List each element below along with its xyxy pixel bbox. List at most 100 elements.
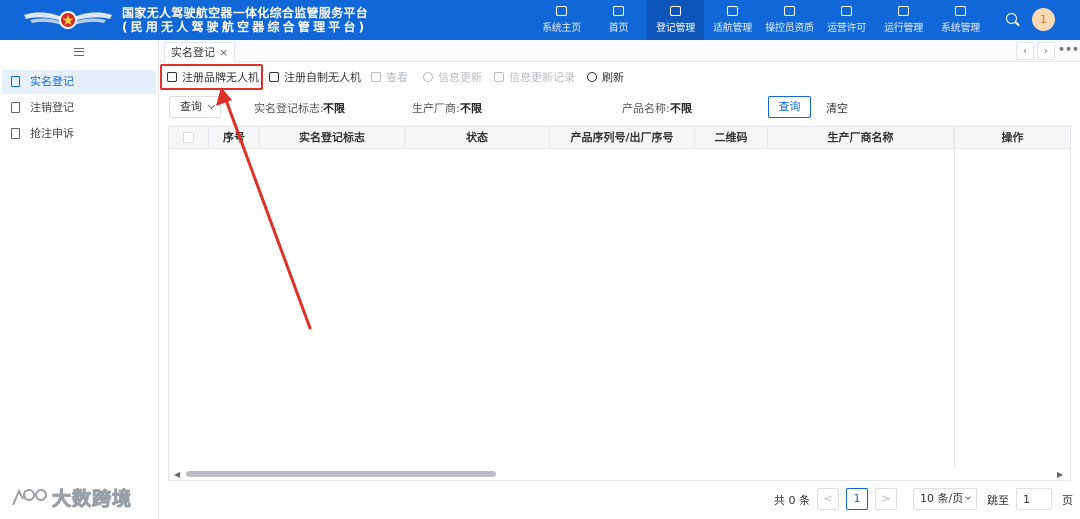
query-button[interactable]: 查询 — [768, 96, 811, 118]
pagination: 共 0 条 < 1 > 10 条/页 跳至 页 — [760, 487, 1080, 513]
dropdown-value: 查询 — [180, 100, 202, 113]
info-update-record-button[interactable]: 信息更新记录 — [494, 69, 575, 86]
button-label: 信息更新记录 — [509, 71, 575, 84]
jump-page-input[interactable] — [1016, 488, 1052, 510]
prev-page-button[interactable]: < — [817, 488, 839, 510]
page-size-value: 10 条/页 — [920, 492, 964, 505]
system-home-icon — [556, 6, 567, 16]
fixed-column-divider — [954, 149, 955, 467]
nav-label: 系统管理 — [941, 23, 980, 34]
clipboard-icon — [898, 6, 909, 16]
nav-system-home[interactable]: 系统主页 — [533, 0, 590, 40]
info-update-button[interactable]: 信息更新 — [423, 69, 482, 86]
avatar[interactable]: 1 — [1032, 8, 1055, 31]
filter-bar: 查询 实名登记标志: 不限 生产厂商: 不限 产品名称: 不限 查询 清空 — [160, 96, 1080, 120]
chevron-right-icon[interactable]: › — [1037, 42, 1055, 60]
system-title: 国家无人驾驶航空器一体化综合监管服务平台 (民用无人驾驶航空器综合管理平台) — [122, 6, 368, 34]
column-header[interactable]: 序号 — [209, 127, 260, 149]
sidebar-item-label: 注销登记 — [30, 101, 74, 114]
nav-operation-management[interactable]: 运行管理 — [875, 0, 932, 40]
register-selfmade-drone-button[interactable]: 注册自制无人机 — [269, 69, 361, 86]
register-doc-icon — [11, 76, 20, 87]
column-header[interactable]: 实名登记标志 — [260, 127, 405, 149]
more-icon[interactable]: ••• — [1058, 42, 1079, 60]
view-button[interactable]: 查看 — [371, 69, 408, 86]
nav-operation-license[interactable]: 运营许可 — [818, 0, 875, 40]
nav-label: 首页 — [608, 23, 629, 34]
sidebar-item-label: 实名登记 — [30, 75, 74, 88]
page-size-select[interactable]: 10 条/页 — [913, 488, 977, 510]
shield-icon — [784, 6, 795, 16]
nav-label: 操控员资质 — [765, 23, 814, 34]
sync-icon — [423, 72, 433, 82]
column-header[interactable]: 二维码 — [695, 127, 768, 149]
query-mode-dropdown[interactable]: 查询 — [169, 96, 221, 118]
scrollbar-thumb[interactable] — [186, 471, 496, 477]
sidebar: 实名登记 注销登记 抢注申诉 — [0, 40, 159, 519]
tab-real-name-registration[interactable]: 实名登记 × — [164, 42, 236, 62]
filter-value-registration-flag[interactable]: 不限 — [323, 100, 345, 116]
nav-label: 登记管理 — [656, 23, 695, 34]
nav-home[interactable]: 首页 — [590, 0, 647, 40]
button-label: 刷新 — [602, 71, 624, 84]
horizontal-scrollbar[interactable]: ◀ ▶ — [169, 468, 1070, 480]
select-all-checkbox[interactable] — [183, 132, 194, 143]
caac-logo-icon — [24, 11, 112, 29]
button-label: 信息更新 — [438, 71, 482, 84]
drone-icon — [727, 6, 738, 16]
scroll-right-icon[interactable]: ▶ — [1057, 470, 1063, 479]
record-icon — [494, 72, 504, 82]
page-unit-label: 页 — [1062, 494, 1073, 507]
total-count: 共 0 条 — [774, 494, 810, 507]
jump-label: 跳至 — [987, 494, 1009, 507]
license-icon — [841, 6, 852, 16]
sidebar-item-appeal[interactable]: 抢注申诉 — [2, 122, 156, 146]
sidebar-item-label: 抢注申诉 — [30, 127, 74, 140]
nav-label: 系统主页 — [542, 23, 581, 34]
nav-system-management[interactable]: 系统管理 — [932, 0, 989, 40]
nav-label: 运行管理 — [884, 23, 923, 34]
view-icon — [371, 72, 381, 82]
monitor-icon — [613, 6, 624, 16]
next-page-button[interactable]: > — [875, 488, 897, 510]
nav-operator-qualification[interactable]: 操控员资质 — [761, 0, 818, 40]
settings-icon — [955, 6, 966, 16]
refresh-button[interactable]: 刷新 — [587, 69, 624, 86]
top-nav: 系统主页 首页 登记管理 适航管理 操控员资质 运营许可 运行管理 系统管理 — [533, 0, 989, 40]
menu-toggle-icon[interactable] — [74, 48, 84, 56]
scroll-left-icon[interactable]: ◀ — [174, 470, 180, 479]
tab-label: 实名登记 — [171, 46, 215, 59]
filter-label-registration-flag: 实名登记标志: — [254, 102, 324, 115]
register-icon — [670, 6, 681, 16]
column-header[interactable]: 状态 — [405, 127, 550, 149]
button-label: 查看 — [386, 71, 408, 84]
column-header[interactable]: 产品序列号/出厂序号 — [550, 127, 695, 149]
sidebar-item-real-name-registration[interactable]: 实名登记 — [2, 70, 156, 94]
column-header[interactable]: 操作 — [954, 127, 1070, 149]
watermark-text: 大数跨境 — [51, 488, 133, 511]
system-title-line1: 国家无人驾驶航空器一体化综合监管服务平台 — [122, 6, 369, 20]
nav-registration-management[interactable]: 登记管理 — [647, 0, 704, 40]
cancel-doc-icon — [11, 102, 20, 113]
annotation-highlight-box — [160, 64, 263, 90]
top-header: 国家无人驾驶航空器一体化综合监管服务平台 (民用无人驾驶航空器综合管理平台) 系… — [0, 0, 1080, 40]
current-page-button[interactable]: 1 — [846, 488, 868, 510]
filter-label-product-name: 产品名称: — [622, 102, 670, 115]
plus-square-icon — [269, 72, 279, 82]
chevron-left-icon[interactable]: ‹ — [1016, 42, 1034, 60]
select-all-cell — [169, 127, 209, 149]
search-icon[interactable] — [1006, 13, 1017, 24]
nav-airworthiness[interactable]: 适航管理 — [704, 0, 761, 40]
chevron-down-icon — [207, 101, 216, 110]
close-icon[interactable]: × — [219, 46, 228, 59]
appeal-doc-icon — [11, 128, 20, 139]
refresh-icon — [587, 72, 597, 82]
filter-value-product-name[interactable]: 不限 — [670, 100, 692, 116]
system-title-line2: (民用无人驾驶航空器综合管理平台) — [122, 20, 368, 34]
sidebar-item-cancellation[interactable]: 注销登记 — [2, 96, 156, 120]
chevron-down-icon — [965, 494, 971, 500]
clear-button[interactable]: 清空 — [826, 100, 848, 116]
filter-value-manufacturer[interactable]: 不限 — [460, 100, 482, 116]
column-header[interactable]: 生产厂商名称 — [768, 127, 954, 149]
data-table: 序号 实名登记标志 状态 产品序列号/出厂序号 二维码 生产厂商名称 操作 ◀ … — [168, 126, 1071, 481]
